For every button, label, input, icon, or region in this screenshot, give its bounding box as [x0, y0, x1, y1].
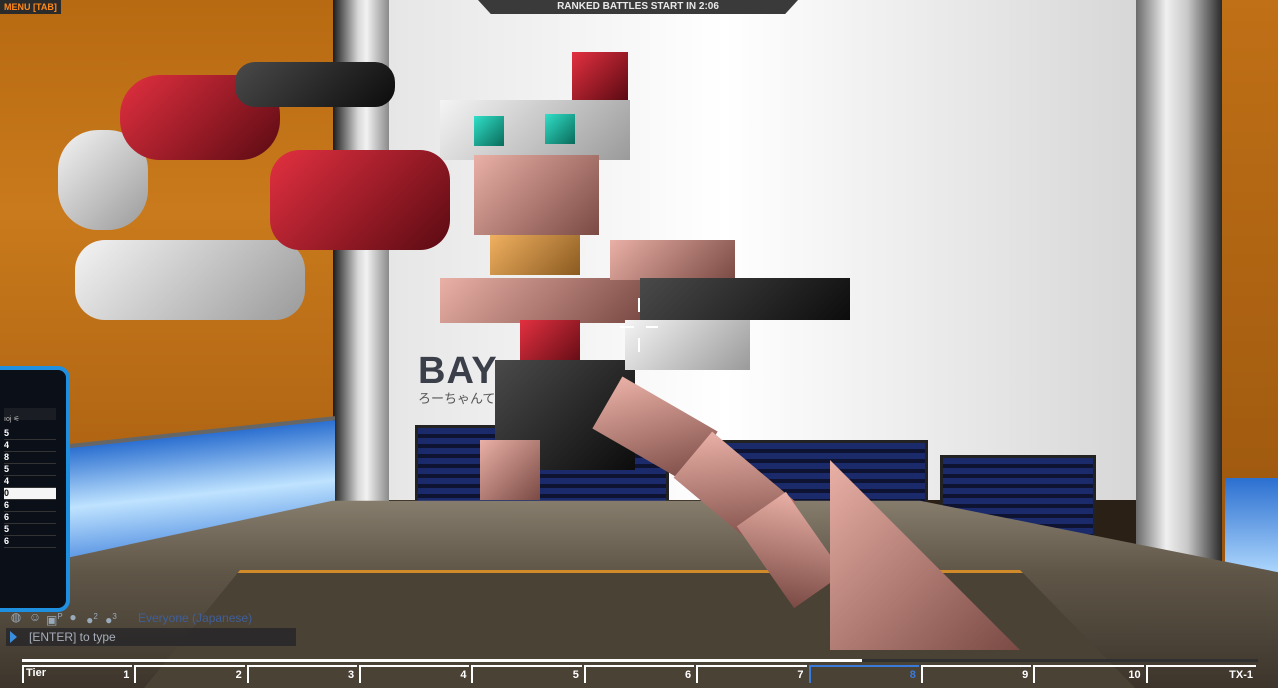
- chat-arrow-icon: [10, 631, 17, 643]
- tier-label: 9: [920, 665, 1032, 683]
- globe-icon[interactable]: ◍: [8, 609, 24, 625]
- side-panel-row[interactable]: 5: [4, 428, 56, 440]
- tier-label: TX-1: [1145, 665, 1256, 683]
- bay-subtitle: ろーちゃんて: [418, 391, 496, 406]
- tier-label: 5: [471, 665, 582, 683]
- users-2-icon[interactable]: ●2: [84, 609, 100, 627]
- chat-input[interactable]: [ENTER] to type: [6, 628, 296, 646]
- tier-label: 7: [696, 665, 807, 683]
- robot-tail-loop-e: [270, 150, 450, 250]
- tier-label: 3: [246, 665, 358, 683]
- robot-torso: [440, 278, 640, 323]
- tier-label: 10: [1033, 665, 1144, 683]
- tier-label: 6: [583, 665, 695, 683]
- side-panel-header-text: ıoj ⚟: [4, 416, 20, 423]
- side-panel-row[interactable]: 6: [4, 512, 56, 524]
- side-panel-row[interactable]: 6: [4, 536, 56, 548]
- window-right: [1225, 478, 1278, 578]
- side-panel-list: 5485406656: [4, 428, 56, 548]
- chat-placeholder: [ENTER] to type: [29, 630, 116, 644]
- tier-label: 8: [808, 665, 919, 683]
- tier-scale: Tier 1 2 3 4 5 6 7 8 9 10 TX-1: [22, 665, 1258, 685]
- tier-label: 2: [134, 665, 245, 683]
- side-panel-row[interactable]: 4: [4, 476, 56, 488]
- tier-progress-fill: [22, 659, 863, 662]
- tier-label: 1: [22, 665, 133, 683]
- robot-collar: [490, 235, 580, 275]
- crosshair-icon: [620, 298, 660, 358]
- chat-icon-bar: ◍ ☺ ▣P ● ●2 ●3: [8, 609, 119, 627]
- side-panel-row[interactable]: 5: [4, 524, 56, 536]
- side-panel-header: ıoj ⚟: [4, 408, 56, 423]
- robot-face: [474, 155, 599, 235]
- tier-progress-bar: [22, 659, 1258, 662]
- robot-tail-loop-c: [75, 240, 305, 320]
- users-3-icon[interactable]: ●3: [103, 609, 119, 627]
- side-panel-row[interactable]: 4: [4, 440, 56, 452]
- robot-ear: [572, 52, 628, 100]
- chat-icon-badge: P: [57, 612, 63, 621]
- side-panel-row[interactable]: 0: [4, 488, 56, 500]
- robot-arm: [610, 240, 735, 280]
- pillar-right: [1136, 0, 1222, 570]
- ranked-battles-banner: RANKED BATTLES START IN 2:06: [478, 0, 798, 14]
- chat-icon-badge: 3: [112, 612, 117, 621]
- bay-logo: BAY: [418, 350, 498, 392]
- person-icon[interactable]: ☺: [27, 609, 43, 625]
- robot-leg-left: [480, 440, 540, 500]
- tier-label: 4: [359, 665, 470, 683]
- robot-gun-barrel: [640, 278, 850, 320]
- chat-icon-badge: 2: [93, 612, 98, 621]
- side-panel-row[interactable]: 6: [4, 500, 56, 512]
- side-panel-row[interactable]: 8: [4, 452, 56, 464]
- robot-head: [440, 100, 630, 160]
- robot-tail-loop-d: [235, 62, 395, 107]
- robot-eye-right: [545, 114, 575, 144]
- user-icon[interactable]: ●: [65, 609, 81, 625]
- menu-button[interactable]: MENU [TAB]: [0, 0, 61, 14]
- robot-eye-left: [474, 116, 504, 146]
- side-panel-row[interactable]: 5: [4, 464, 56, 476]
- chat-channel-label[interactable]: Everyone (Japanese): [138, 611, 252, 625]
- party-icon[interactable]: ▣P: [46, 609, 63, 627]
- side-panel[interactable]: ıoj ⚟ 5485406656: [0, 366, 70, 612]
